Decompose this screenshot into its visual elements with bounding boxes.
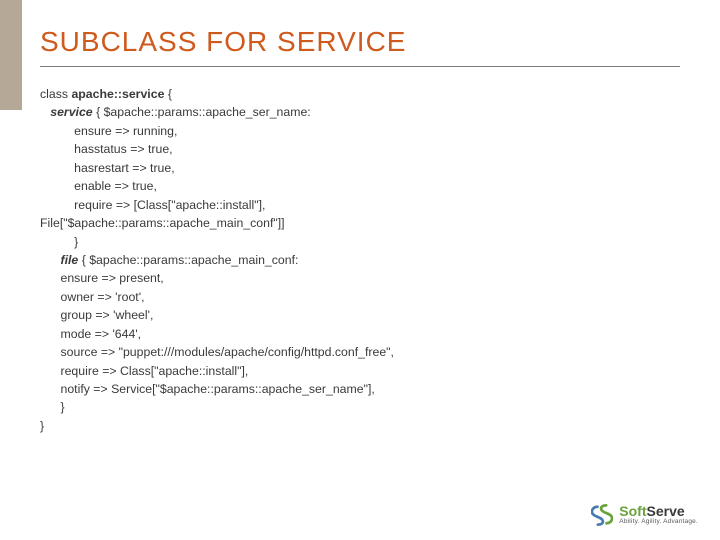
code-line: } xyxy=(40,235,78,249)
slide-content: SUBCLASS FOR SERVICE class apache::servi… xyxy=(40,26,690,435)
code-line: } xyxy=(40,400,65,414)
code-line: notify => Service["$apache::params::apac… xyxy=(40,382,375,396)
code-line: mode => '644', xyxy=(40,327,141,341)
code-line: hasrestart => true, xyxy=(40,161,175,175)
code-line: source => "puppet:///modules/apache/conf… xyxy=(40,345,394,359)
brand-name: SoftServe xyxy=(619,504,698,518)
code-line: } xyxy=(40,419,44,433)
code-line: class apache::service { xyxy=(40,87,172,101)
code-line: File["$apache::params::apache_main_conf"… xyxy=(40,216,285,230)
logo-text: SoftServe Ability. Agility. Advantage. xyxy=(619,504,698,526)
code-line: group => 'wheel', xyxy=(40,308,153,322)
code-line: require => Class["apache::install"], xyxy=(40,364,248,378)
code-block: class apache::service { service { $apach… xyxy=(40,85,690,435)
code-line: enable => true, xyxy=(40,179,157,193)
code-line: hasstatus => true, xyxy=(40,142,173,156)
logo-icon xyxy=(591,504,613,526)
title-rule xyxy=(40,66,680,67)
code-line: ensure => present, xyxy=(40,271,164,285)
code-line: owner => 'root', xyxy=(40,290,145,304)
code-line: require => [Class["apache::install"], xyxy=(40,198,265,212)
page-title: SUBCLASS FOR SERVICE xyxy=(40,26,690,58)
code-line: service { $apache::params::apache_ser_na… xyxy=(40,105,311,119)
code-line: file { $apache::params::apache_main_conf… xyxy=(40,253,298,267)
decorative-sidebar xyxy=(0,0,22,110)
brand-footer: SoftServe Ability. Agility. Advantage. xyxy=(591,504,698,526)
brand-tagline: Ability. Agility. Advantage. xyxy=(619,519,698,526)
code-line: ensure => running, xyxy=(40,124,177,138)
